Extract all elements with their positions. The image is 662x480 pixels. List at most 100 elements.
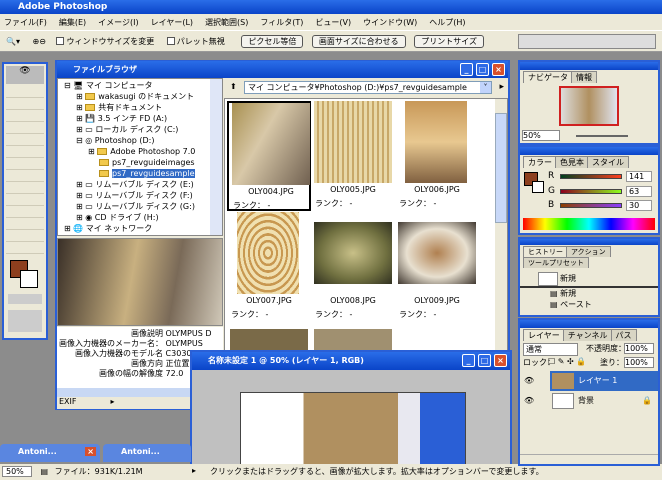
menu-window[interactable]: ウインドウ(W) [363,18,417,27]
document-canvas[interactable] [240,392,466,468]
g-value[interactable]: 63 [626,186,652,197]
thumbnail[interactable]: OLY005.JPG ランク： - [311,101,395,211]
menu-select[interactable]: 選択範囲(S) [205,18,248,27]
tree-item[interactable]: ⊞ wakasugi のドキュメント [64,91,222,102]
ignore-palettes-checkbox[interactable]: パレット無視 [166,37,225,46]
opacity-label: 不透明度： [586,344,626,353]
thumbnail[interactable]: OLY009.JPG ランク： - [395,212,479,322]
history-snapshot[interactable]: 新規 [520,270,658,288]
zoom-field[interactable]: 50% [2,466,32,477]
tree-item[interactable]: ⊟ 🖥 マイ コンピュータ [64,80,222,91]
tree-item[interactable]: ⊞ 💾 3.5 インチ FD (A:) [64,113,222,124]
tree-item[interactable]: ps7_revguideimages [64,157,222,168]
folder-tree[interactable]: ⊟ 🖥 マイ コンピュータ ⊞ wakasugi のドキュメント ⊞ 共有ドキュ… [57,78,223,236]
tree-item[interactable]: ⊞ 🌐 マイ ネットワーク [64,223,222,234]
minimized-window[interactable]: Antoni... [103,444,191,462]
path-dropdown[interactable]: マイ コンピュータ¥Photoshop (D:)¥ps7_revguidesam… [244,81,492,94]
app-title-bar: Adobe Photoshop [0,0,662,14]
navigator-preview[interactable] [559,86,619,126]
tab-history[interactable]: ヒストリー [523,246,568,257]
fill-field[interactable]: 100% [624,357,654,368]
background-color-swatch[interactable] [532,181,544,193]
thumbnail[interactable]: OLY004.JPG ランク： - [227,101,311,211]
file-browser-title-bar[interactable]: ファイルブラウザ _ □ × [57,61,508,78]
tab-channels[interactable]: チャンネル [562,329,613,341]
palette-well[interactable] [518,34,656,49]
tree-item[interactable]: ⊞ ▭ ローカル ディスク (C:) [64,124,222,135]
tab-info[interactable]: 情報 [571,71,597,83]
b-value[interactable]: 30 [626,200,652,211]
tab-navigator[interactable]: ナビゲータ [523,71,573,83]
zoom-tool-icon[interactable]: 🔍▾ [6,37,20,46]
layer-row[interactable]: 👁 背景 🔒 [524,391,658,411]
thumbnail[interactable]: OLY008.JPG ランク： - [311,212,395,322]
status-menu-arrow-icon[interactable]: ▸ [192,466,196,475]
tab-layers[interactable]: レイヤー [523,329,565,341]
tree-item[interactable]: ⊞ ▭ リムーバブル ディスク (G:) [64,201,222,212]
document-window: 名称未設定 1 @ 50% (レイヤー 1, RGB) _ □ × [190,350,512,468]
layer-row-selected[interactable]: 👁 レイヤー 1 [524,371,658,391]
menu-image[interactable]: イメージ(I) [98,18,138,27]
thumbnail[interactable]: OLY006.JPG ランク： - [395,101,479,211]
history-item[interactable]: ▤ 新規 [520,288,658,299]
r-slider[interactable] [560,174,622,179]
palette-title-bar[interactable] [520,320,658,328]
document-title-bar[interactable]: 名称未設定 1 @ 50% (レイヤー 1, RGB) _ □ × [192,352,510,370]
thumbnail[interactable]: OLY007.JPG ランク： - [227,212,311,322]
minimize-button[interactable]: _ [462,354,475,367]
fit-screen-button[interactable]: 画面サイズに合わせる [311,35,406,48]
opacity-field[interactable]: 100% [624,343,654,354]
toolbox-header-icon: 👁 [6,66,44,84]
eye-icon[interactable]: 👁 [524,371,534,391]
tree-item[interactable]: ⊟ ◎ Photoshop (D:) [64,135,222,146]
close-button[interactable]: × [492,63,505,76]
maximize-button[interactable]: □ [476,63,489,76]
actual-pixels-button[interactable]: ピクセル等倍 [241,35,304,48]
navigator-zoom-slider[interactable] [576,135,628,137]
tree-item[interactable]: ⊞ Adobe Photoshop 7.0 [64,146,222,157]
background-color-swatch[interactable] [20,270,38,288]
color-ramp[interactable] [523,218,655,230]
resize-windows-checkbox[interactable]: ウィンドウサイズを変更 [56,37,154,46]
tree-item[interactable]: ⊞ 共有ドキュメント [64,102,222,113]
tree-item[interactable]: ⊞ ◉ CD ドライブ (H:) [64,212,222,223]
menu-help[interactable]: ヘルプ(H) [429,18,465,27]
menu-file[interactable]: ファイル(F) [4,18,47,27]
tab-actions[interactable]: アクション [566,246,611,257]
tree-item[interactable]: ⊞ ▭ リムーバブル ディスク (F:) [64,190,222,201]
tab-color[interactable]: カラー [523,156,557,168]
screen-mode-buttons[interactable] [8,310,42,332]
close-button[interactable]: × [494,354,507,367]
quick-mask-buttons[interactable] [8,294,42,304]
menu-layer[interactable]: レイヤー(L) [151,18,193,27]
tab-paths[interactable]: パス [610,329,637,341]
eye-icon[interactable]: 👁 [524,391,534,411]
up-folder-icon[interactable]: ⬆ [230,82,237,91]
r-value[interactable]: 141 [626,171,652,182]
menu-filter[interactable]: フィルタ(T) [260,18,303,27]
navigator-zoom-field[interactable]: 50% [522,130,560,141]
tab-swatches[interactable]: 色見本 [555,156,589,168]
blend-mode-select[interactable]: 通常 [523,343,578,356]
b-slider[interactable] [560,203,622,208]
tree-item[interactable]: ⊞ ▭ リムーバブル ディスク (E:) [64,179,222,190]
tab-tool-presets[interactable]: ツールプリセット [523,257,589,268]
print-size-button[interactable]: プリントサイズ [414,35,484,48]
minimize-button[interactable]: _ [460,63,473,76]
browser-menu-arrow-icon[interactable]: ▸ [499,82,504,92]
tool-grid[interactable] [6,86,44,256]
history-item[interactable]: ▤ ペースト [520,299,658,310]
minimized-window[interactable]: Antoni... × [0,444,100,462]
menu-view[interactable]: ビュー(V) [315,18,351,27]
tree-scrollbar[interactable] [210,79,222,235]
palette-title-bar[interactable] [520,147,658,155]
maximize-button[interactable]: □ [478,354,491,367]
tree-item-selected[interactable]: ps7_revguidesample [64,168,222,179]
menu-edit[interactable]: 編集(E) [59,18,86,27]
tab-styles[interactable]: スタイル [587,156,629,168]
lock-icons[interactable]: ☐ ✎ ✣ 🔒 [548,357,586,366]
zoom-out-icon[interactable]: ⊖ [39,37,46,46]
g-slider[interactable] [560,189,622,194]
layers-footer-buttons[interactable] [520,454,658,464]
palette-title-bar[interactable] [520,62,658,70]
